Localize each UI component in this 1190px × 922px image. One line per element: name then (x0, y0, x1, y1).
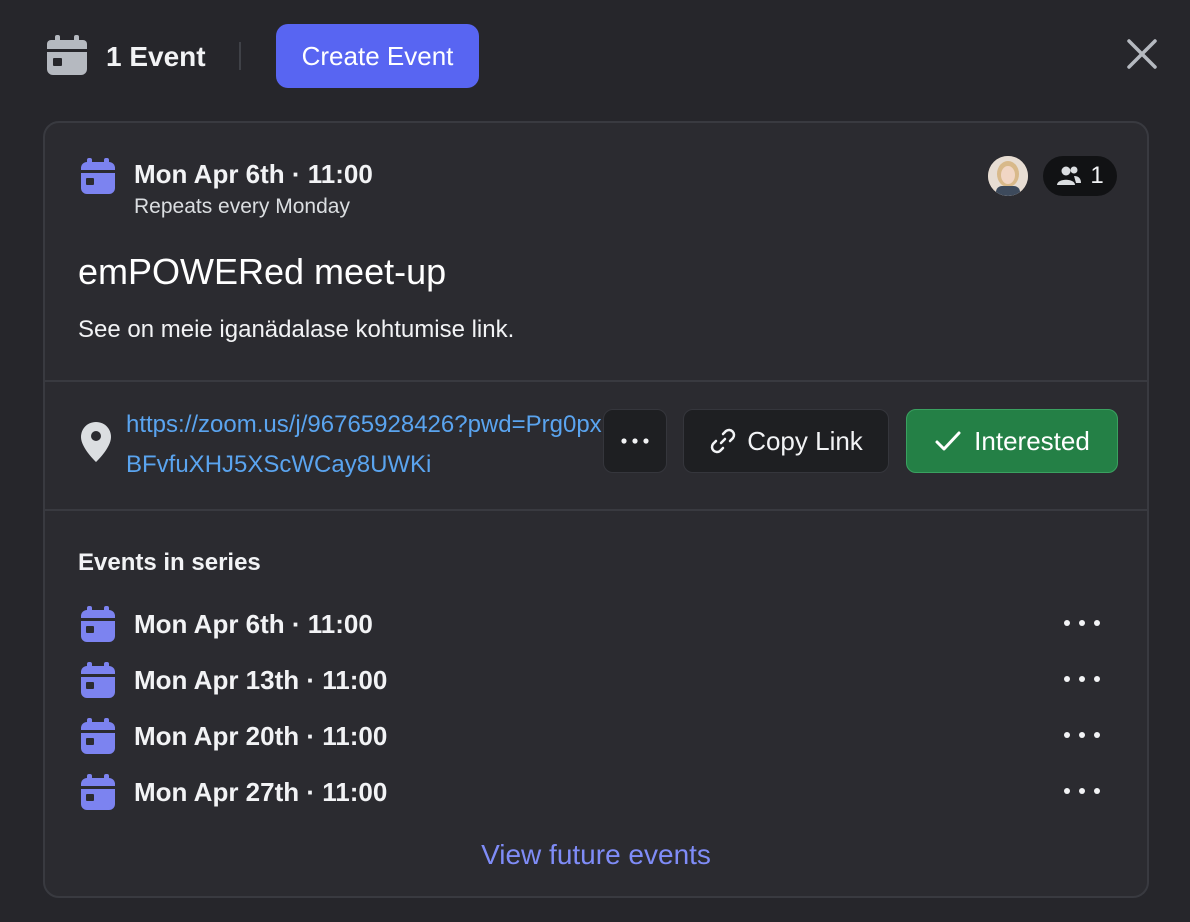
event-recurrence: Repeats every Monday (134, 195, 350, 218)
location-pin-icon (81, 422, 111, 462)
calendar-icon (81, 718, 115, 754)
more-options-button[interactable] (603, 409, 667, 473)
modal-header: 1 Event Create Event (0, 0, 1190, 112)
calendar-icon (81, 606, 115, 642)
link-icon (710, 428, 736, 454)
series-item[interactable]: Mon Apr 27th · 11:00 (78, 769, 1118, 825)
series-heading: Events in series (78, 549, 261, 576)
more-icon (621, 438, 649, 444)
interested-label: Interested (974, 425, 1090, 456)
event-card: Mon Apr 6th · 11:00 Repeats every Monday… (43, 121, 1149, 898)
copy-link-label: Copy Link (747, 425, 863, 456)
calendar-icon (47, 35, 87, 75)
calendar-icon (81, 662, 115, 698)
series-item-more-button[interactable] (1060, 723, 1104, 747)
create-event-button[interactable]: Create Event (276, 24, 479, 88)
series-item[interactable]: Mon Apr 20th · 11:00 (78, 713, 1118, 769)
more-icon (1064, 732, 1100, 738)
attendee-avatar[interactable] (988, 156, 1028, 196)
series-list: Mon Apr 6th · 11:00 Mon Apr 13th · 11:00 (78, 601, 1118, 825)
attendee-count: 1 (1090, 162, 1104, 189)
checkmark-icon (935, 431, 961, 451)
calendar-icon (81, 774, 115, 810)
series-item-more-button[interactable] (1060, 779, 1104, 803)
header-divider (239, 42, 241, 70)
event-count: 1 Event (106, 41, 206, 72)
series-item[interactable]: Mon Apr 13th · 11:00 (78, 657, 1118, 713)
series-item-more-button[interactable] (1060, 611, 1104, 635)
interested-button[interactable]: Interested (906, 409, 1118, 473)
people-icon (1057, 166, 1082, 185)
copy-link-button[interactable]: Copy Link (683, 409, 889, 473)
section-divider (45, 380, 1147, 382)
series-item-date: Mon Apr 13th · 11:00 (134, 665, 388, 695)
view-future-events-link[interactable]: View future events (45, 837, 1147, 873)
more-icon (1064, 620, 1100, 626)
series-item-more-button[interactable] (1060, 667, 1104, 691)
more-icon (1064, 788, 1100, 794)
event-description: See on meie iganädalase kohtumise link. (78, 316, 515, 343)
location-link[interactable]: https://zoom.us/j/96765928426?pwd=Prg0px… (126, 405, 602, 477)
section-divider (45, 509, 1147, 511)
attendee-count-badge[interactable]: 1 (1043, 156, 1117, 196)
calendar-icon (81, 158, 115, 194)
close-icon[interactable] (1124, 36, 1160, 72)
more-icon (1064, 676, 1100, 682)
avatar-image (988, 156, 1028, 196)
series-item[interactable]: Mon Apr 6th · 11:00 (78, 601, 1118, 657)
event-title: emPOWERed meet-up (78, 251, 447, 292)
event-date-time: Mon Apr 6th · 11:00 (134, 159, 373, 189)
series-item-date: Mon Apr 20th · 11:00 (134, 721, 388, 751)
series-item-date: Mon Apr 27th · 11:00 (134, 777, 388, 807)
series-item-date: Mon Apr 6th · 11:00 (134, 609, 373, 639)
